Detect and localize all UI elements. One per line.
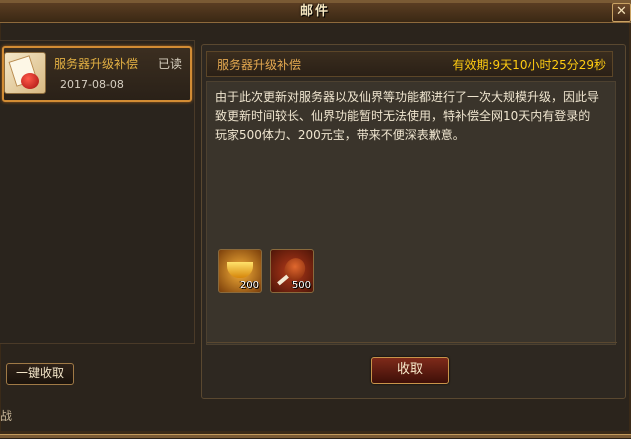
mail-item-status: 已读	[157, 57, 182, 71]
mail-list-panel: 服务器升级补偿 已读 2017-08-08	[0, 40, 195, 344]
mail-list-item[interactable]: 服务器升级补偿 已读 2017-08-08	[2, 46, 192, 102]
mail-item-date: 2017-08-08	[60, 78, 124, 91]
mail-body-text: 由于此次更新对服务器以及仙界等功能都进行了一次大规模升级，因此导致更新时间较长、…	[215, 90, 600, 142]
gold-ingot-icon	[227, 262, 253, 278]
window-title: 邮件	[299, 4, 330, 19]
reward-meat[interactable]: 500	[270, 249, 314, 293]
collect-all-button[interactable]: 一键收取	[6, 363, 74, 385]
mail-gift-icon	[4, 52, 46, 94]
receive-button[interactable]: 收取	[371, 357, 449, 384]
reward-gold-ingot[interactable]: 200	[218, 249, 262, 293]
mail-detail-header: 服务器升级补偿 有效期:9天10小时25分29秒	[206, 51, 613, 77]
mail-body-box: 由于此次更新对服务器以及仙界等功能都进行了一次大规模升级，因此导致更新时间较长、…	[206, 81, 616, 345]
divider	[207, 342, 617, 343]
bottom-left-text: 战	[0, 409, 13, 423]
reward-quantity: 500	[291, 280, 311, 291]
mail-expire-time: 有效期:9天10小时25分29秒	[452, 58, 607, 72]
mail-item-title: 服务器升级补偿	[54, 57, 139, 71]
reward-quantity: 200	[239, 280, 259, 291]
mail-detail-panel: 服务器升级补偿 有效期:9天10小时25分29秒 由于此次更新对服务器以及仙界等…	[201, 44, 626, 399]
mail-detail-title: 服务器升级补偿	[217, 58, 302, 72]
close-button[interactable]: ✕	[612, 3, 631, 22]
